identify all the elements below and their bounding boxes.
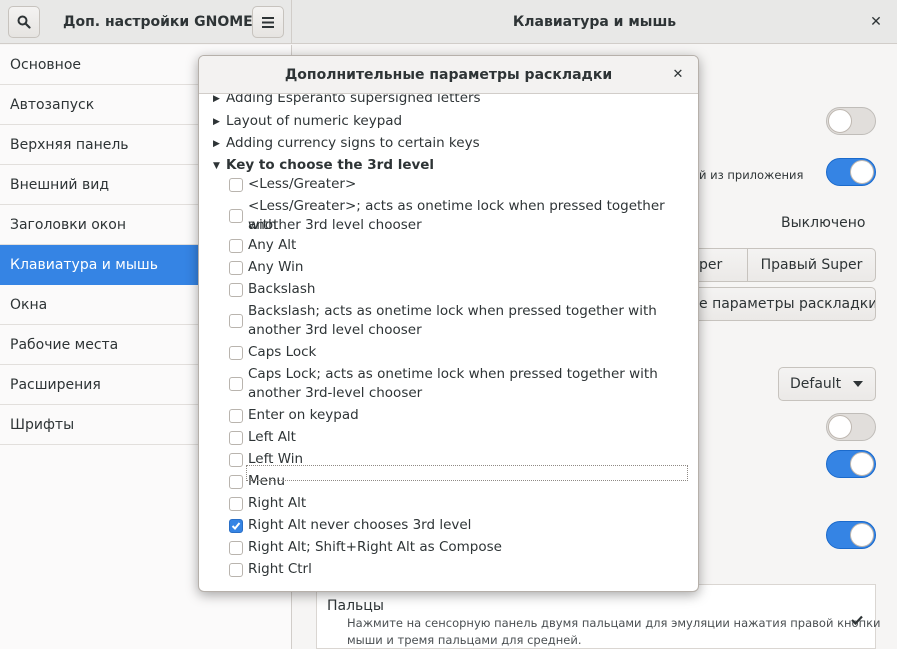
search-icon	[17, 15, 31, 29]
option-checkbox[interactable]	[229, 346, 243, 360]
option-label-continued: another 3rd level chooser	[248, 322, 422, 338]
option-row[interactable]: Right Alt	[199, 494, 698, 514]
menu-button[interactable]	[252, 6, 284, 38]
close-icon: ✕	[870, 14, 882, 30]
switch-2[interactable]	[826, 158, 876, 186]
triangle-expander-icon: ▶	[213, 139, 220, 149]
triangle-expander-icon: ▶	[213, 94, 220, 104]
focus-ring	[246, 465, 688, 481]
headerbar-right: Клавиатура и мышь ✕	[292, 0, 897, 44]
fingers-row[interactable]: Пальцы Нажмите на сенсорную панель двумя…	[316, 584, 881, 649]
option-checkbox[interactable]	[229, 453, 243, 467]
page-title: Клавиатура и мышь	[512, 14, 677, 30]
option-row[interactable]: Right Ctrl	[199, 560, 698, 580]
triangle-expander-icon: ▼	[213, 161, 220, 171]
option-row[interactable]: Right Alt never chooses 3rd level	[199, 516, 698, 536]
tree-group-label: Layout of numeric keypad	[226, 113, 403, 129]
option-row[interactable]: Caps Lock	[199, 343, 698, 363]
tree-group-third-level[interactable]: ▼ Key to choose the 3rd level	[199, 156, 698, 176]
option-label: Any Alt	[248, 237, 297, 253]
option-checkbox[interactable]	[229, 314, 243, 328]
tree-group-numeric-keypad[interactable]: ▶ Layout of numeric keypad	[199, 112, 698, 132]
option-row[interactable]: <Less/Greater>	[199, 175, 698, 195]
app-title: Доп. настройки GNOME	[63, 14, 253, 30]
option-checkbox[interactable]	[229, 475, 243, 489]
checkmark-icon	[851, 615, 863, 625]
option-label: Right Ctrl	[248, 561, 312, 577]
option-label: Right Alt never chooses 3rd level	[248, 517, 472, 533]
option-row[interactable]: Backslash	[199, 280, 698, 300]
search-button[interactable]	[8, 6, 40, 38]
dialog-title: Дополнительные параметры раскладки	[284, 67, 613, 83]
switch-4[interactable]	[826, 450, 876, 478]
right-super-button[interactable]: Правый Super	[747, 248, 876, 282]
option-row[interactable]: Caps Lock; acts as onetime lock when pre…	[199, 365, 698, 404]
option-label: Backslash; acts as onetime lock when pre…	[248, 303, 657, 319]
close-icon: ✕	[672, 67, 684, 82]
tree-group-esperanto[interactable]: ▶ Adding Esperanto supersigned letters	[199, 94, 698, 107]
option-label: <Less/Greater>	[248, 176, 357, 192]
triangle-expander-icon: ▶	[213, 117, 220, 127]
option-checkbox[interactable]	[229, 178, 243, 192]
layout-options-button[interactable]: е параметры раскладки	[690, 287, 876, 321]
state-text: Выключено	[781, 215, 866, 231]
option-label: Left Alt	[248, 429, 296, 445]
tree-group-label: Adding Esperanto supersigned letters	[226, 94, 481, 106]
fingers-title: Пальцы	[327, 598, 384, 614]
app-hint-text: й из приложения	[699, 168, 804, 182]
option-row[interactable]: <Less/Greater>; acts as onetime lock whe…	[199, 197, 698, 236]
hamburger-menu-icon	[262, 16, 274, 28]
option-checkbox[interactable]	[229, 497, 243, 511]
option-checkbox[interactable]	[229, 283, 243, 297]
option-label: Caps Lock; acts as onetime lock when pre…	[248, 366, 658, 382]
layout-options-dialog: Дополнительные параметры раскладки ✕ ▶ A…	[198, 55, 699, 592]
option-checkbox[interactable]	[229, 409, 243, 423]
headerbar-left: Доп. настройки GNOME	[0, 0, 292, 44]
fingers-desc-line-1: Нажмите на сенсорную панель двумя пальца…	[347, 616, 881, 630]
tree-group-label: Key to choose the 3rd level	[226, 157, 435, 173]
option-row[interactable]: Enter on keypad	[199, 406, 698, 426]
option-label: Any Win	[248, 259, 304, 275]
dropdown-value: Default	[790, 376, 842, 392]
tree-group-currency-signs[interactable]: ▶ Adding currency signs to certain keys	[199, 134, 698, 154]
option-row[interactable]: Right Alt; Shift+Right Alt as Compose	[199, 538, 698, 558]
option-label-continued: another 3rd-level chooser	[248, 385, 423, 401]
dropdown-select[interactable]: Default	[778, 367, 876, 401]
option-label: Backslash	[248, 281, 316, 297]
option-checkbox[interactable]	[229, 563, 243, 577]
option-row[interactable]: Backslash; acts as onetime lock when pre…	[199, 302, 698, 341]
option-row[interactable]: Any Win	[199, 258, 698, 278]
window-close-button[interactable]: ✕	[865, 11, 887, 33]
chevron-down-icon	[853, 381, 863, 387]
dialog-close-button[interactable]: ✕	[668, 65, 688, 85]
option-checkbox[interactable]	[229, 377, 243, 391]
tree-group-label: Adding currency signs to certain keys	[226, 135, 480, 151]
option-checkbox[interactable]	[229, 239, 243, 253]
dialog-header: Дополнительные параметры раскладки ✕	[199, 56, 698, 94]
switch-1[interactable]	[826, 107, 876, 135]
option-label-continued: another 3rd level chooser	[248, 217, 422, 233]
option-checkbox[interactable]	[229, 261, 243, 275]
checkmark-icon	[231, 522, 241, 530]
option-row[interactable]: Left Alt	[199, 428, 698, 448]
option-checkbox[interactable]	[229, 209, 243, 223]
switch-5[interactable]	[826, 521, 876, 549]
fingers-desc-line-2: мыши и тремя пальцами для средней.	[347, 633, 582, 647]
option-label: Enter on keypad	[248, 407, 359, 423]
switch-3[interactable]	[826, 413, 876, 441]
option-checkbox[interactable]	[229, 431, 243, 445]
option-checkbox[interactable]	[229, 519, 243, 533]
option-label: Caps Lock	[248, 344, 317, 360]
option-label: Right Alt; Shift+Right Alt as Compose	[248, 539, 502, 555]
option-checkbox[interactable]	[229, 541, 243, 555]
options-tree: ▶ Adding Esperanto supersigned letters ▶…	[199, 94, 698, 591]
option-label: Right Alt	[248, 495, 307, 511]
option-row[interactable]: Any Alt	[199, 236, 698, 256]
